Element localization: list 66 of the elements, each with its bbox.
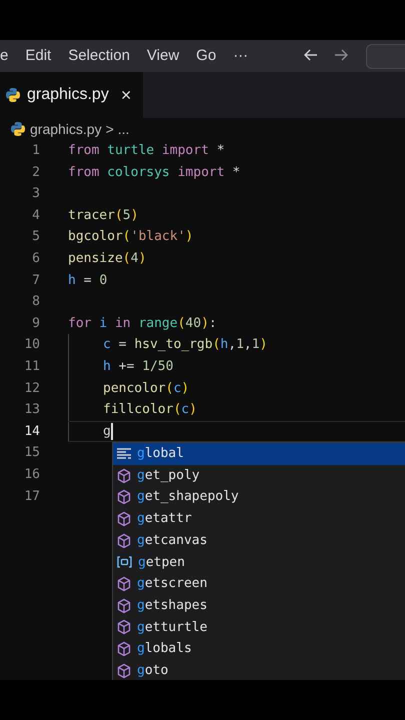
suggestion-item[interactable]: getattr [113,508,405,530]
cube-icon [116,576,132,592]
suggestion-item[interactable]: get_poly [113,464,405,486]
suggestion-item[interactable]: getcanvas [113,530,405,552]
text-cursor [110,423,113,440]
breadcrumb-separator: > [106,120,114,138]
code-line: for i in range(40): [68,314,217,333]
cube-icon [116,641,132,658]
code-line: bgcolor('black') [68,228,194,246]
suggestion-item[interactable]: getshapes [113,594,405,616]
line-number: 6 [31,250,40,268]
line-number: 5 [31,228,40,246]
code-line: from turtle import * [68,142,225,160]
code-line: pensize(4) [68,250,146,268]
line-number: 2 [31,164,40,182]
code-line: h = 0 [68,272,108,290]
search-field[interactable] [366,44,405,69]
close-button[interactable]: × [120,82,132,108]
editor-tab[interactable]: graphics.py × [0,72,144,118]
code-line: g [103,422,111,441]
breadcrumb-item[interactable]: ... [118,118,130,140]
line-number: 4 [31,206,40,225]
code-line: tracer(5) [68,206,138,225]
line-number: 15 [23,444,40,462]
python-icon [10,121,26,137]
suggestion-item[interactable]: getpen [113,551,405,574]
menu-item[interactable]: e [0,44,8,68]
suggestion-item[interactable]: getturtle [113,616,405,638]
line-number: 11 [23,358,40,376]
line-number: 9 [31,314,40,333]
menu-item[interactable]: Edit [25,44,52,68]
python-icon [5,87,21,103]
line-number: 12 [23,380,40,398]
line-number: 14 [23,422,40,441]
line-number: 7 [31,272,40,290]
suggestion-item[interactable]: globals [113,638,405,660]
breadcrumb-item[interactable]: graphics.py [30,118,102,140]
code-line: h += 1/50 [103,358,174,376]
cube-icon [116,489,132,506]
menu-item[interactable]: View [146,44,180,68]
cube-icon [116,619,132,636]
line-number: 1 [31,142,40,160]
cube-icon [116,532,132,549]
suggestion-item[interactable]: get_shapepoly [113,486,405,508]
variable-icon [116,555,133,570]
snippet-icon [116,446,132,461]
line-number: 3 [31,185,40,204]
cube-icon [116,468,132,484]
line-number: 10 [23,336,40,354]
menu-item[interactable]: Selection [68,44,130,68]
cube-icon [116,510,132,527]
line-number: 16 [23,466,40,484]
line-number: 8 [31,293,40,312]
code-line: from colorsys import * [68,164,240,182]
line-number: 17 [23,488,40,506]
cube-icon [116,598,132,614]
suggestion-item[interactable]: getscreen [113,573,405,595]
cube-icon [116,662,132,679]
code-line: c = hsv_to_rgb(h,1,1) [103,336,268,354]
code-line: pencolor(c) [103,380,190,398]
suggestion-item[interactable]: global [113,443,405,465]
code-line: fillcolor(c) [103,401,197,420]
menu-item[interactable]: ··· [233,44,248,68]
line-number: 13 [23,401,40,420]
suggestion-item[interactable]: goto [113,660,405,680]
menu-item[interactable]: Go [196,44,216,68]
